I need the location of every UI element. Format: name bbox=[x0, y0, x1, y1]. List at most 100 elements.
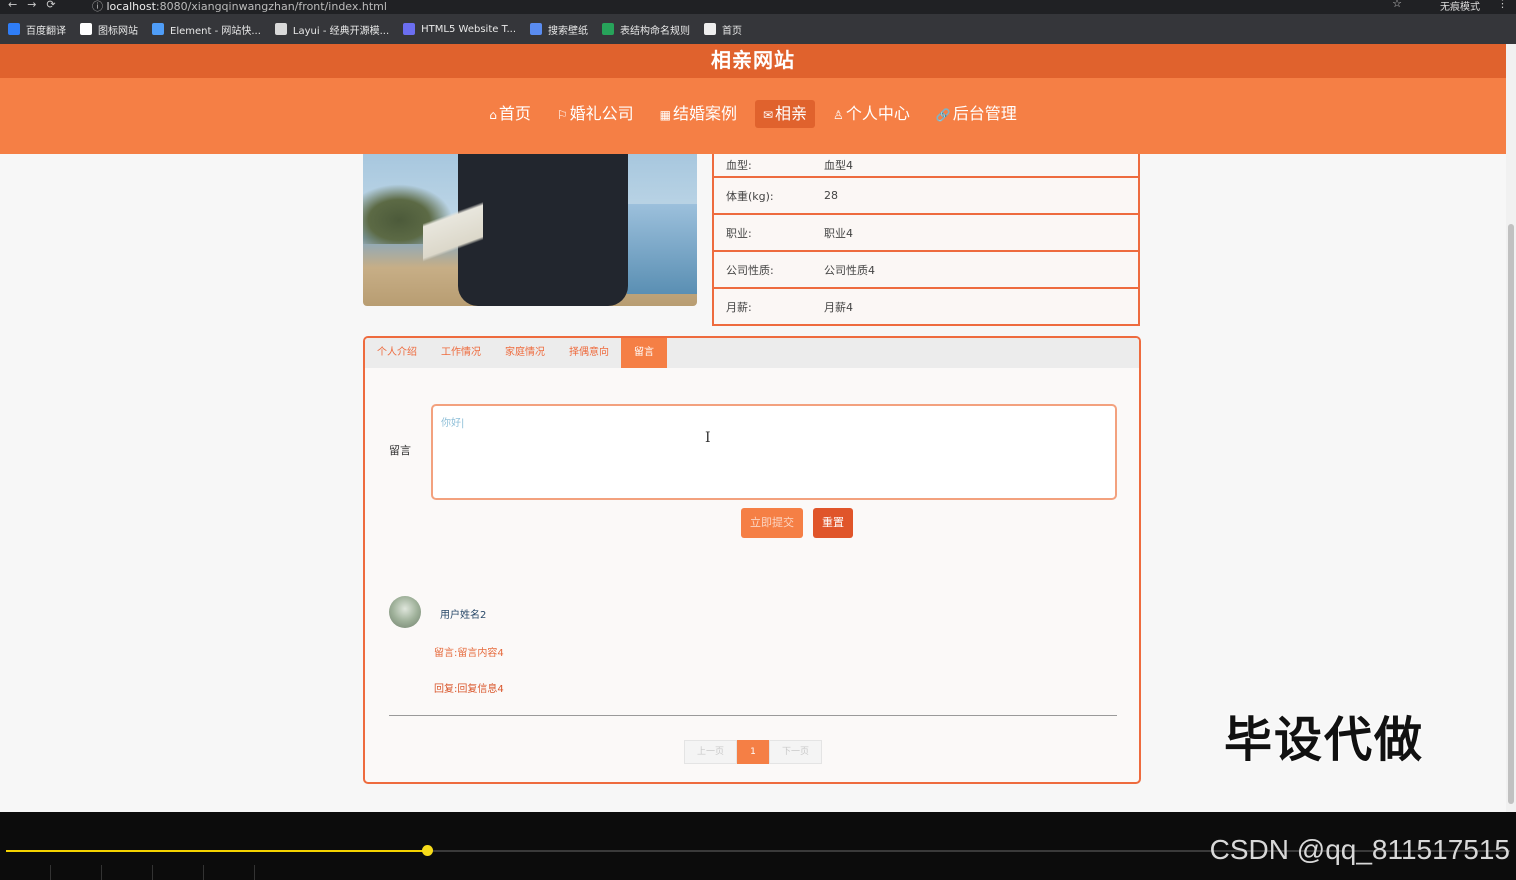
address-bar[interactable]: ⓘ localhost:8080/xiangqinwangzhan/front/… bbox=[92, 0, 387, 14]
tab[interactable]: 工作情况 bbox=[429, 338, 493, 368]
nav-icon: ⚐ bbox=[556, 108, 568, 122]
nav-label: 个人中心 bbox=[845, 104, 910, 123]
bookmark-star-icon[interactable]: ☆ bbox=[1392, 0, 1402, 10]
page-number-button[interactable]: 1 bbox=[737, 740, 769, 764]
nav-icon: ✉ bbox=[762, 108, 774, 122]
submit-button[interactable]: 立即提交 bbox=[741, 508, 803, 538]
photo-sea bbox=[627, 204, 697, 294]
info-value: 月薪4 bbox=[824, 300, 853, 314]
screen: { "browser": { "url_host": "localhost", … bbox=[0, 0, 1516, 880]
progress-fill bbox=[6, 850, 428, 852]
comment-message: 留言:留言内容4 bbox=[434, 648, 504, 659]
nav-icon: ▦ bbox=[659, 108, 671, 122]
nav-item[interactable]: ⚐ 婚礼公司 bbox=[549, 100, 642, 128]
nav-item[interactable]: ✉ 相亲 bbox=[754, 100, 816, 128]
info-row: 公司性质: 公司性质4 bbox=[714, 250, 1138, 287]
info-label: 月薪: bbox=[726, 300, 752, 314]
player-control[interactable] bbox=[51, 865, 102, 880]
next-page-button[interactable]: 下一页 bbox=[769, 740, 822, 764]
bookmark-icon bbox=[602, 23, 615, 35]
nav-icon: ⌂ bbox=[489, 108, 497, 122]
message-textarea[interactable] bbox=[431, 404, 1117, 500]
nav-item[interactable]: ▦ 结婚案例 bbox=[652, 100, 745, 128]
bookmark-icon bbox=[704, 23, 717, 35]
info-row: 职业: 职业4 bbox=[714, 213, 1138, 250]
bookmark-icon bbox=[8, 23, 20, 35]
bookmark-label: 表结构命名规则 bbox=[620, 25, 691, 37]
nav-label: 首页 bbox=[498, 104, 531, 123]
tab[interactable]: 择偶意向 bbox=[557, 338, 621, 368]
info-label: 血型: bbox=[726, 159, 752, 172]
bookmark-item[interactable]: 图标网站 bbox=[80, 22, 138, 37]
bookmark-icon bbox=[530, 23, 543, 35]
tab[interactable]: 家庭情况 bbox=[493, 338, 557, 368]
scrollbar-thumb[interactable] bbox=[1508, 224, 1514, 804]
tab-panel: 个人介绍工作情况家庭情况择偶意向留言 留言 I 立即提交 重置 用户姓名2 留言… bbox=[363, 336, 1141, 784]
tab[interactable]: 个人介绍 bbox=[365, 338, 429, 368]
progress-knob[interactable] bbox=[422, 845, 434, 856]
info-row: 体重(kg): 28 bbox=[714, 176, 1138, 213]
info-value: 公司性质4 bbox=[824, 263, 875, 277]
info-label: 职业: bbox=[726, 226, 752, 240]
pagination: 上一页 1 下一页 bbox=[684, 740, 822, 764]
divider bbox=[389, 715, 1117, 716]
url-path: :8080/xiangqinwangzhan/front/index.html bbox=[155, 0, 387, 13]
message-label: 留言 bbox=[389, 444, 411, 457]
nav-item[interactable]: 🔗 后台管理 bbox=[928, 100, 1025, 128]
player-control[interactable] bbox=[0, 865, 51, 880]
photo-bag-strap bbox=[423, 154, 483, 306]
player-control[interactable] bbox=[204, 865, 255, 880]
info-label: 体重(kg): bbox=[726, 189, 774, 203]
bookmark-icon bbox=[152, 23, 164, 35]
url-host: localhost bbox=[106, 0, 156, 13]
bookmark-item[interactable]: 表结构命名规则 bbox=[602, 22, 690, 37]
bookmark-label: HTML5 Website T... bbox=[421, 23, 517, 35]
player-controls bbox=[0, 865, 1516, 880]
prev-page-button[interactable]: 上一页 bbox=[684, 740, 737, 764]
nav-icon: 🔗 bbox=[935, 108, 951, 122]
bookmark-label: Layui - 经典开源模... bbox=[292, 25, 390, 37]
bookmark-item[interactable]: 首页 bbox=[704, 22, 742, 37]
bookmark-icon bbox=[80, 23, 92, 35]
incognito-label: 无痕模式 bbox=[1440, 2, 1480, 13]
csdn-watermark: CSDN @qq_811517515 bbox=[1209, 834, 1510, 865]
bookmark-icon bbox=[274, 23, 287, 35]
nav-item[interactable]: ⌂ 首页 bbox=[481, 100, 539, 128]
bookmark-item[interactable]: Element - 网站快... bbox=[152, 22, 261, 37]
reset-button[interactable]: 重置 bbox=[813, 508, 853, 538]
nav-label: 结婚案例 bbox=[672, 104, 737, 123]
info-value: 28 bbox=[824, 189, 838, 202]
bookmark-label: 搜索壁纸 bbox=[548, 25, 589, 37]
nav-label: 婚礼公司 bbox=[569, 104, 634, 123]
info-row: 月薪: 月薪4 bbox=[714, 287, 1138, 324]
bookmark-label: Element - 网站快... bbox=[170, 25, 261, 37]
tab[interactable]: 留言 bbox=[621, 338, 667, 368]
avatar bbox=[389, 596, 421, 628]
nav-item[interactable]: ♙ 个人中心 bbox=[825, 100, 918, 128]
bookmark-item[interactable]: Layui - 经典开源模... bbox=[274, 22, 390, 37]
tab-bar: 个人介绍 工作情况 家庭情况 择偶意向 留言 bbox=[365, 338, 1139, 368]
watermark-text: 毕设代做 bbox=[1224, 712, 1425, 768]
page-scrollbar[interactable] bbox=[1506, 44, 1516, 812]
bookmark-item[interactable]: 搜索壁纸 bbox=[530, 22, 588, 37]
player-control[interactable] bbox=[102, 865, 153, 880]
profile-photo bbox=[363, 154, 697, 306]
main-nav: ⌂ 首页 ⚐ 婚礼公司 ▦ 结婚案例 ✉ 相亲 ♙ 个人中心 🔗 后台管理 bbox=[0, 100, 1506, 128]
bookmark-label: 图标网站 bbox=[98, 25, 138, 37]
profile-info-table: 血型: 血型4 体重(kg): 28 职业: 职业4 公司性质: 公司性质4 月薪: 月薪4 bbox=[712, 154, 1140, 326]
nav-label: 相亲 bbox=[775, 104, 808, 123]
player-control[interactable] bbox=[153, 865, 204, 880]
nav-icon: ♙ bbox=[833, 108, 844, 122]
bookmark-icon bbox=[403, 23, 416, 35]
browser-nav-icons[interactable]: ←→⟳ bbox=[8, 0, 66, 11]
text-cursor-icon: I bbox=[705, 430, 711, 446]
bookmark-item[interactable]: 百度翻译 bbox=[8, 22, 66, 37]
info-value: 职业4 bbox=[824, 226, 853, 240]
comment-reply: 回复:回复信息4 bbox=[434, 684, 504, 695]
site-title: 相亲网站 bbox=[0, 44, 1506, 78]
info-value: 血型4 bbox=[824, 159, 853, 172]
site-header: 相亲网站 ⌂ 首页 ⚐ 婚礼公司 ▦ 结婚案例 ✉ 相亲 ♙ 个人中心 🔗 后台管理 bbox=[0, 44, 1506, 154]
info-row: 血型: 血型4 bbox=[714, 154, 1138, 176]
bookmark-item[interactable]: HTML5 Website T... bbox=[403, 23, 516, 35]
browser-menu-icon[interactable]: ⋮ bbox=[1497, 0, 1508, 10]
